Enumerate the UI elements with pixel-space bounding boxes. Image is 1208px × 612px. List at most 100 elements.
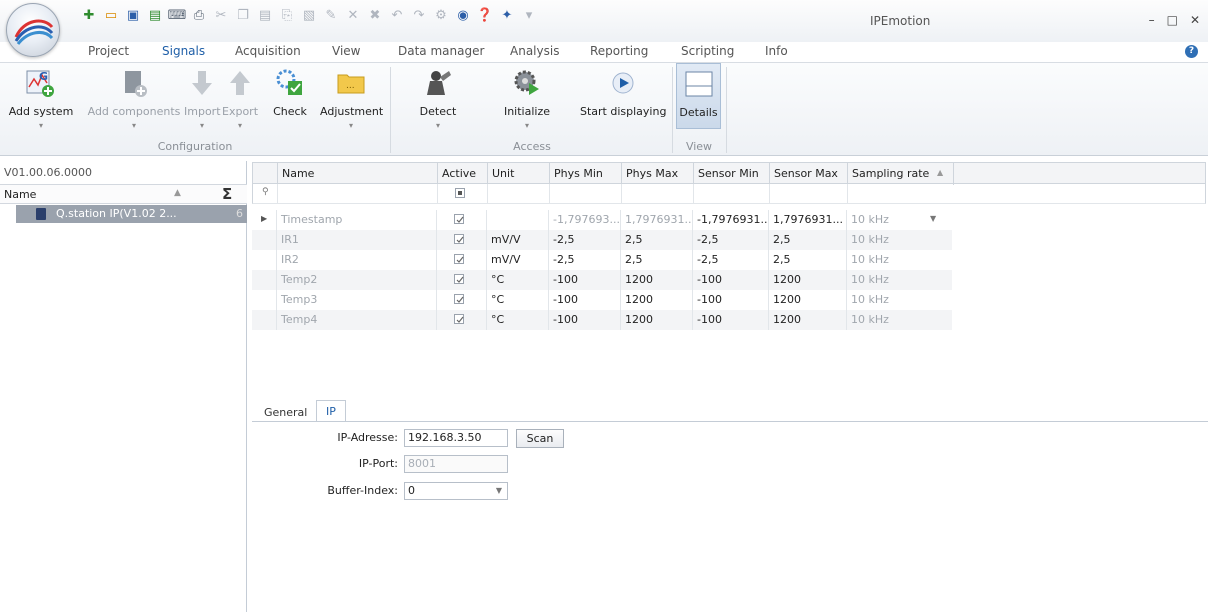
scan-button[interactable]: Scan <box>516 429 564 448</box>
delete-all-icon[interactable]: ✖ <box>366 6 384 24</box>
cell-name[interactable]: IR2 <box>276 250 436 270</box>
cell-sensor-min[interactable]: -100 <box>692 270 768 290</box>
cell-phys-min[interactable]: -2,5 <box>548 230 620 250</box>
dropdown-icon[interactable]: ▾ <box>520 6 538 24</box>
initialize-button[interactable]: Initialize ▾ <box>498 63 556 135</box>
adjustment-button[interactable]: ... Adjustment ▾ <box>320 63 383 135</box>
cell-sensor-min[interactable]: -1,7976931... <box>692 210 768 230</box>
active-checkbox[interactable] <box>454 314 464 324</box>
table-row[interactable]: Temp3 °C -100 1200 -100 1200 10 kHz <box>252 290 952 310</box>
cell-unit[interactable]: mV/V <box>486 250 548 270</box>
filter-unit-cell[interactable] <box>487 184 549 204</box>
cell-sensor-max[interactable]: 1,7976931... <box>768 210 846 230</box>
cell-sensor-min[interactable]: -100 <box>692 290 768 310</box>
tab-signals[interactable]: Signals <box>162 44 205 58</box>
chevron-down-icon[interactable]: ▼ <box>930 214 936 223</box>
cell-unit[interactable]: °C <box>486 270 548 290</box>
cell-unit[interactable]: °C <box>486 310 548 330</box>
template-icon[interactable]: ▧ <box>300 6 318 24</box>
cell-active[interactable] <box>436 290 486 310</box>
cell-sampling-rate[interactable]: 10 kHz <box>846 250 952 270</box>
cell-name[interactable]: IR1 <box>276 230 436 250</box>
cell-unit[interactable]: °C <box>486 290 548 310</box>
paste-icon[interactable]: ▤ <box>256 6 274 24</box>
cell-name[interactable]: Timestamp <box>276 210 436 230</box>
save-as-icon[interactable]: ▤ <box>146 6 164 24</box>
close-button[interactable]: ✕ <box>1190 13 1200 27</box>
check-button[interactable]: Check <box>260 63 320 135</box>
add-system-button[interactable]: G Add system ▾ <box>0 63 82 135</box>
filter-sensor-min-cell[interactable] <box>693 184 769 204</box>
cell-phys-max[interactable]: 1200 <box>620 290 692 310</box>
filter-phys-max-cell[interactable] <box>621 184 693 204</box>
col-sensor-min[interactable]: Sensor Min <box>693 163 769 185</box>
cell-sensor-max[interactable]: 2,5 <box>768 250 846 270</box>
cell-active[interactable] <box>436 270 486 290</box>
cell-sensor-min[interactable]: -100 <box>692 310 768 330</box>
paste-special-icon[interactable]: ⎘ <box>278 6 296 24</box>
filter-checkbox[interactable] <box>455 188 465 198</box>
tab-ip[interactable]: IP <box>316 400 346 422</box>
tab-general[interactable]: General <box>264 400 314 422</box>
new-icon[interactable]: ✚ <box>80 6 98 24</box>
col-phys-min[interactable]: Phys Min <box>549 163 621 185</box>
copy-icon[interactable]: ❐ <box>234 6 252 24</box>
table-row[interactable]: Temp2 °C -100 1200 -100 1200 10 kHz <box>252 270 952 290</box>
settings-icon[interactable]: ⚙ <box>432 6 450 24</box>
cell-sampling-rate[interactable]: 10 kHz <box>846 230 952 250</box>
details-button[interactable]: Details <box>676 63 721 129</box>
help-icon[interactable]: ❓ <box>476 6 494 24</box>
open-icon[interactable]: ▭ <box>102 6 120 24</box>
filter-sensor-max-cell[interactable] <box>769 184 847 204</box>
cell-name[interactable]: Temp4 <box>276 310 436 330</box>
col-unit[interactable]: Unit <box>487 163 549 185</box>
tab-view[interactable]: View <box>332 44 360 58</box>
tab-info[interactable]: Info <box>765 44 788 58</box>
active-checkbox[interactable] <box>454 214 464 224</box>
sum-icon[interactable]: Σ <box>222 185 232 203</box>
export-button[interactable]: Export ▾ <box>222 63 258 135</box>
tab-acquisition[interactable]: Acquisition <box>235 44 301 58</box>
cut-icon[interactable]: ✂ <box>212 6 230 24</box>
edit-icon[interactable]: ✎ <box>322 6 340 24</box>
table-row[interactable]: ▶ Timestamp -1,797693... 1,7976931... -1… <box>252 210 952 230</box>
keyboard-icon[interactable]: ⌨ <box>168 6 187 24</box>
cell-phys-max[interactable]: 1,7976931... <box>620 210 692 230</box>
active-checkbox[interactable] <box>454 234 464 244</box>
cell-phys-min[interactable]: -1,797693... <box>548 210 620 230</box>
undo-icon[interactable]: ↶ <box>388 6 406 24</box>
tab-scripting[interactable]: Scripting <box>681 44 734 58</box>
col-name[interactable]: Name <box>277 163 437 185</box>
table-row[interactable]: Temp4 °C -100 1200 -100 1200 10 kHz <box>252 310 952 330</box>
cell-sensor-min[interactable]: -2,5 <box>692 230 768 250</box>
detect-button[interactable]: Detect ▾ <box>408 63 468 135</box>
sort-ascending-icon[interactable]: ▲ <box>174 188 181 198</box>
start-displaying-button[interactable]: Start displaying <box>580 63 666 135</box>
maximize-button[interactable]: □ <box>1167 13 1178 27</box>
cell-sensor-max[interactable]: 2,5 <box>768 230 846 250</box>
save-icon[interactable]: ▣ <box>124 6 142 24</box>
table-row[interactable]: IR2 mV/V -2,5 2,5 -2,5 2,5 10 kHz <box>252 250 952 270</box>
active-checkbox[interactable] <box>454 294 464 304</box>
cell-phys-max[interactable]: 2,5 <box>620 230 692 250</box>
tab-reporting[interactable]: Reporting <box>590 44 648 58</box>
cell-name[interactable]: Temp3 <box>276 290 436 310</box>
filter-rate-cell[interactable] <box>847 184 953 204</box>
cell-sensor-max[interactable]: 1200 <box>768 310 846 330</box>
ip-address-input[interactable]: 192.168.3.50 <box>404 429 508 447</box>
cell-active[interactable] <box>436 210 486 230</box>
buffer-index-select[interactable]: 0 ▼ <box>404 482 508 500</box>
cell-unit[interactable]: mV/V <box>486 230 548 250</box>
cell-unit[interactable] <box>486 210 548 230</box>
ip-port-input[interactable]: 8001 <box>404 455 508 473</box>
cell-phys-min[interactable]: -100 <box>548 270 620 290</box>
app-menu-button[interactable] <box>6 3 60 57</box>
col-active[interactable]: Active <box>437 163 487 185</box>
help-icon[interactable]: ? <box>1185 45 1198 58</box>
cell-sensor-max[interactable]: 1200 <box>768 290 846 310</box>
cell-phys-min[interactable]: -100 <box>548 290 620 310</box>
tab-analysis[interactable]: Analysis <box>510 44 559 58</box>
active-checkbox[interactable] <box>454 254 464 264</box>
tab-project[interactable]: Project <box>88 44 129 58</box>
active-checkbox[interactable] <box>454 274 464 284</box>
